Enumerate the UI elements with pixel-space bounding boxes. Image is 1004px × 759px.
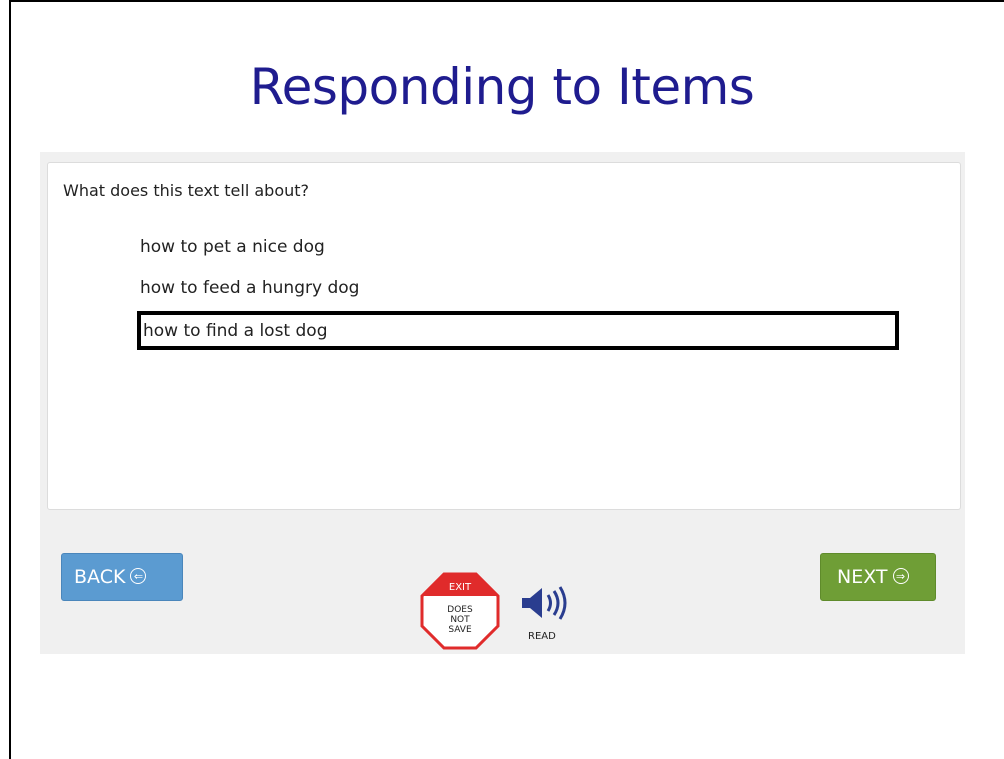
circle-left-arrow-icon: ⇐: [130, 568, 147, 584]
exit-label: EXIT: [448, 582, 472, 593]
slide-title: Responding to Items: [249, 58, 755, 116]
exit-note: DOES NOT SAVE: [420, 605, 500, 635]
read-aloud-button[interactable]: [520, 585, 570, 621]
back-button[interactable]: BACK ⇐: [61, 553, 183, 601]
answer-option-2[interactable]: how to feed a hungry dog: [136, 276, 363, 300]
circle-right-arrow-icon: ⇒: [892, 568, 909, 584]
back-button-label: BACK: [74, 566, 126, 588]
next-button-label: NEXT: [837, 566, 888, 588]
speaker-icon: [522, 586, 567, 620]
next-button[interactable]: NEXT ⇒: [820, 553, 936, 601]
exit-button[interactable]: EXIT DOES NOT SAVE: [420, 572, 500, 650]
item-panel: What does this text tell about? how to p…: [47, 162, 961, 510]
answer-option-3-selected[interactable]: how to find a lost dog: [137, 311, 899, 350]
exit-note-line-3: SAVE: [448, 625, 472, 635]
answer-option-1[interactable]: how to pet a nice dog: [136, 235, 329, 259]
exit-note-line-1: DOES: [447, 605, 473, 615]
read-label: READ: [528, 631, 556, 642]
exit-note-line-2: NOT: [450, 615, 470, 625]
question-prompt: What does this text tell about?: [63, 181, 310, 200]
